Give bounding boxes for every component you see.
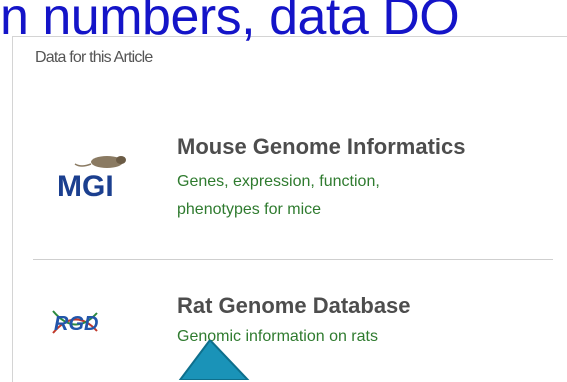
arrow-icon [178,340,250,380]
panel-title: Data for this Article [35,49,153,66]
resource-description-mgi: Genes, expression, function, phenotypes … [177,168,380,224]
slide-overlay-title: n numbers, data DO [0,0,460,46]
resource-description-line: phenotypes for mice [177,201,322,218]
resource-name-mgi[interactable]: Mouse Genome Informatics [177,134,466,160]
mgi-logo-icon: MGI [57,156,126,202]
data-for-article-panel: Data for this Article MGI Mouse Genome I… [12,36,567,382]
rgd-logo-icon: RGD [52,310,98,335]
resource-name-rgd[interactable]: Rat Genome Database [177,293,411,319]
mgi-logo-text: MGI [57,170,114,202]
rgd-logo-text: RGD [54,313,98,335]
resource-description-line: Genes, expression, function, [177,173,380,190]
divider [33,259,553,260]
